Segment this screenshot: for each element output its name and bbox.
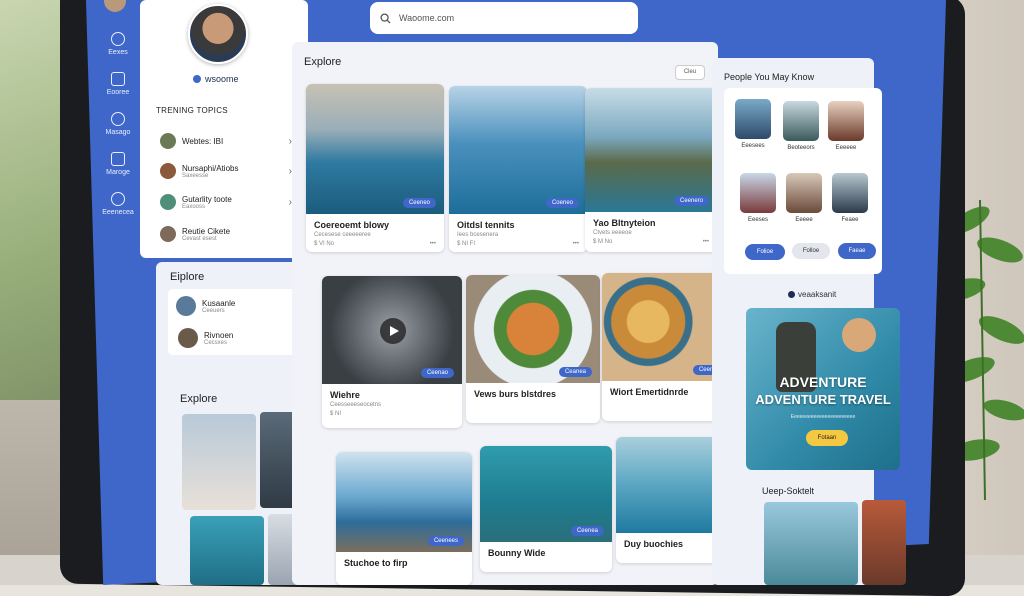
person-photo bbox=[832, 173, 868, 213]
person-photo bbox=[786, 173, 822, 213]
rail-item-explore[interactable]: Eexes bbox=[98, 32, 138, 56]
explore-side-item[interactable]: KusaanleCeeuers› bbox=[176, 296, 302, 316]
post-stats: $ M No bbox=[593, 239, 613, 245]
trending-item[interactable]: Webtes: IBI › bbox=[160, 133, 292, 149]
post-badge[interactable]: Ceenao bbox=[420, 368, 454, 378]
bottom-section-title: Ueep-Soktelt bbox=[762, 486, 815, 496]
post-stats: $ VI No bbox=[314, 241, 335, 247]
search-input[interactable]: Waoome.com bbox=[370, 2, 638, 34]
post-badge[interactable]: Ceeneo bbox=[402, 198, 436, 208]
brand-logo-icon bbox=[193, 75, 201, 83]
topic-avatar bbox=[160, 163, 176, 179]
search-icon bbox=[380, 12, 391, 24]
trending-item[interactable]: Gutarlity toote Eaxooss › bbox=[160, 194, 292, 210]
traveler-image bbox=[842, 318, 876, 352]
follow-button[interactable]: Faeae bbox=[838, 243, 876, 259]
post-image: Ceanea bbox=[466, 275, 600, 383]
more-icon[interactable]: ••• bbox=[430, 241, 436, 247]
more-icon[interactable]: ••• bbox=[703, 239, 709, 245]
gallery-photo[interactable] bbox=[190, 516, 264, 585]
post-card[interactable]: Ceenao Wiehre Ceesseeeseocetns $ NI bbox=[322, 276, 462, 428]
post-stats: $ NI bbox=[330, 411, 342, 417]
rail-item-media[interactable]: Maroge bbox=[98, 152, 138, 176]
post-badge[interactable]: Ceanea bbox=[558, 367, 592, 377]
bottom-photo[interactable] bbox=[764, 502, 858, 585]
people-title: People You May Know bbox=[724, 72, 815, 82]
post-card[interactable]: Coeneo Oitdsl tennits Iees bcesenera $ N… bbox=[449, 86, 587, 252]
post-badge[interactable]: Ceenero bbox=[673, 196, 709, 206]
settings-icon bbox=[111, 192, 125, 206]
view-toggle-button[interactable]: Cleu bbox=[675, 65, 705, 80]
topic-avatar bbox=[160, 133, 176, 149]
follow-button[interactable]: Folioe bbox=[745, 244, 785, 260]
topic-avatar bbox=[160, 226, 176, 242]
person-suggestion[interactable]: Eeeee bbox=[784, 173, 824, 223]
post-video: Ceenao bbox=[322, 276, 462, 384]
post-title: Wiehre bbox=[330, 390, 360, 400]
post-badge[interactable]: Ceenees bbox=[427, 536, 464, 546]
explore-side-item[interactable]: RivnoenCecsxes› bbox=[178, 328, 304, 348]
topic-avatar bbox=[160, 194, 176, 210]
brand-logo-icon bbox=[788, 291, 795, 298]
compass-icon bbox=[111, 32, 125, 46]
post-title: Coereoemt blowy bbox=[314, 220, 390, 230]
post-card[interactable]: Ceenero Yao Bltnyteion Ctvets eeeeoe $ M… bbox=[585, 88, 717, 252]
post-image: Ceenea bbox=[480, 446, 612, 542]
post-image: Coeneo bbox=[449, 86, 587, 214]
person-suggestion[interactable]: Eeeses bbox=[738, 173, 778, 223]
post-title: Yao Bltnyteion bbox=[593, 218, 656, 228]
ad-banner[interactable]: ADVENTURE ADVENTURE TRAVEL Eeeeeeeeeeeee… bbox=[746, 308, 900, 470]
ad-headline: ADVENTURE bbox=[779, 374, 867, 390]
gallery-photo[interactable] bbox=[182, 414, 256, 510]
post-title: Bounny Wide bbox=[488, 548, 546, 558]
post-image: Ceenees bbox=[336, 452, 472, 552]
rail-item-messages[interactable]: Masago bbox=[98, 112, 138, 136]
explore-gallery-title: Explore bbox=[180, 393, 218, 405]
rail-item-documents[interactable]: Eooree bbox=[98, 72, 138, 96]
follow-button[interactable]: Folloe bbox=[792, 243, 830, 259]
person-photo bbox=[828, 101, 864, 141]
post-stats: $ NI FI bbox=[457, 241, 476, 247]
trending-item[interactable]: Nursaphi/Atiobs Saxeesse › bbox=[160, 163, 292, 179]
more-icon[interactable]: ••• bbox=[573, 241, 579, 247]
play-icon[interactable] bbox=[380, 318, 406, 344]
person-avatar bbox=[176, 296, 196, 316]
person-avatar bbox=[178, 328, 198, 348]
explore-side-title: Eiplore bbox=[170, 271, 205, 283]
post-card[interactable]: Ceenees Stuchoe to firp bbox=[336, 452, 472, 585]
main-title: Explore bbox=[304, 56, 342, 68]
profile-avatar[interactable] bbox=[188, 4, 248, 64]
post-card[interactable]: Ceeneo Coereoemt blowy Cecesese ceeeeere… bbox=[306, 84, 444, 252]
person-photo bbox=[740, 173, 776, 213]
document-icon bbox=[111, 72, 125, 86]
rail-item-settings[interactable]: Eeenecea bbox=[98, 192, 138, 216]
person-suggestion[interactable]: Eeeeee bbox=[826, 101, 866, 151]
post-title: Vews burs blstdres bbox=[474, 389, 557, 399]
trending-item[interactable]: Reutie CiketeCevast esest› bbox=[160, 226, 296, 242]
post-image: Ceenero bbox=[585, 88, 717, 212]
ad-headline-2: ADVENTURE TRAVEL bbox=[755, 392, 891, 407]
person-photo bbox=[735, 99, 771, 139]
person-suggestion[interactable]: Eeesees bbox=[733, 99, 773, 149]
post-title: Stuchoe to firp bbox=[344, 558, 408, 568]
post-image: Ceeneo bbox=[306, 84, 444, 214]
person-suggestion[interactable]: Feaee bbox=[830, 173, 870, 223]
post-card[interactable]: Ceenea Bounny Wide bbox=[480, 446, 612, 572]
post-badge[interactable]: Coeneo bbox=[545, 198, 579, 208]
ad-cta-button[interactable]: Fotaan bbox=[806, 430, 848, 446]
person-suggestion[interactable]: Beoteeors bbox=[779, 101, 823, 151]
ad-subtext: Eeeeeeeeeeeeeeeeeeeeeee bbox=[790, 414, 856, 420]
person-photo bbox=[783, 101, 819, 141]
message-icon bbox=[111, 112, 125, 126]
post-badge[interactable]: Ceenea bbox=[570, 526, 604, 536]
post-card[interactable]: Ceanea Vews burs blstdres bbox=[466, 275, 600, 423]
trending-title: TRENING TOPICS bbox=[156, 106, 228, 115]
image-icon bbox=[111, 152, 125, 166]
bottom-photo[interactable] bbox=[862, 500, 906, 585]
post-title: Oitdsl tennits bbox=[457, 220, 515, 230]
ad-brand: veaaksanit bbox=[788, 290, 836, 299]
profile-brand: wsoome bbox=[193, 74, 239, 84]
